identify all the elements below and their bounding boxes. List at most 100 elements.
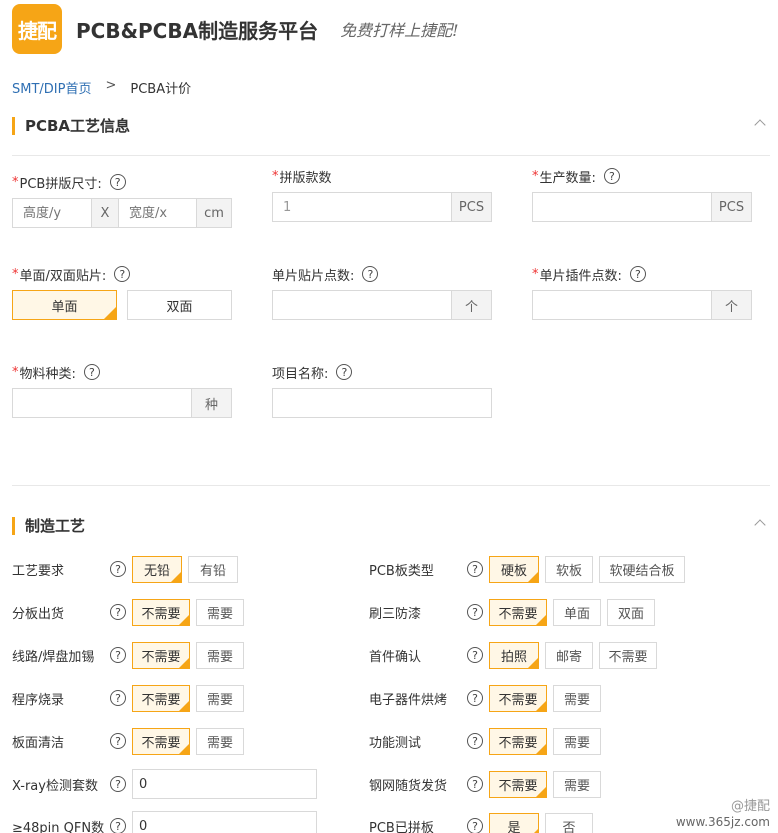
option-button[interactable]: 需要 xyxy=(196,684,244,712)
option-button[interactable]: 软板 xyxy=(545,555,593,583)
unit-ge: 个 xyxy=(451,291,491,319)
dip-points-field: * 单片插件点数:? 个 xyxy=(532,264,752,320)
quantity-input[interactable] xyxy=(533,193,711,221)
section-title: PCBA工艺信息 xyxy=(25,117,131,135)
option-button[interactable]: 无铅 xyxy=(132,555,182,583)
help-icon[interactable]: ? xyxy=(109,174,126,190)
help-icon[interactable]: ? xyxy=(362,266,379,282)
help-icon[interactable]: ? xyxy=(110,561,126,577)
breadcrumb: SMT/DIP首页 > PCBA计价 xyxy=(12,78,191,97)
process-row: 钢网随货发货 ? 不需要 需要 xyxy=(369,770,601,798)
smt-points-input[interactable] xyxy=(273,291,451,319)
help-icon[interactable]: ? xyxy=(83,364,100,380)
help-icon[interactable]: ? xyxy=(629,266,646,282)
help-icon[interactable]: ? xyxy=(110,733,126,749)
option-button[interactable]: 双面 xyxy=(607,598,655,626)
row-label: 线路/焊盘加锡 xyxy=(12,649,95,665)
option-button[interactable]: 需要 xyxy=(553,770,601,798)
help-icon[interactable]: ? xyxy=(467,733,483,749)
option-button[interactable]: 软硬结合板 xyxy=(599,555,685,583)
option-button[interactable]: 需要 xyxy=(196,727,244,755)
row-label: 首件确认 xyxy=(369,649,422,665)
panel-count-label: 拼版款数 xyxy=(279,170,332,186)
row-label: 程序烧录 xyxy=(12,692,65,708)
section-process-header[interactable]: 制造工艺 xyxy=(12,515,770,536)
option-button[interactable]: 否 xyxy=(545,812,593,833)
xray-count-input[interactable]: 0 xyxy=(132,769,317,799)
quantity-field: * 生产数量:? PCS xyxy=(532,166,752,222)
option-button[interactable]: 单面 xyxy=(553,598,601,626)
option-button[interactable]: 有铅 xyxy=(188,555,238,583)
help-icon[interactable]: ? xyxy=(467,604,483,620)
section-pcba-info-header[interactable]: PCBA工艺信息 xyxy=(12,115,770,136)
header: 捷配 PCB&PCBA制造服务平台 免费打样上捷配! xyxy=(12,4,459,54)
help-icon[interactable]: ? xyxy=(467,561,483,577)
chevron-up-icon[interactable] xyxy=(754,119,766,131)
panel-count-input[interactable] xyxy=(273,193,451,221)
row-label: 钢网随货发货 xyxy=(369,778,448,794)
option-button[interactable]: 不需要 xyxy=(132,684,190,712)
unit-ge: 个 xyxy=(711,291,751,319)
help-icon[interactable]: ? xyxy=(110,604,126,620)
panel-count-field: *拼版款数 PCS xyxy=(272,166,492,222)
process-row: 刷三防漆 ? 不需要 单面 双面 xyxy=(369,598,655,626)
option-button[interactable]: 不需要 xyxy=(132,641,190,669)
row-label: 板面清洁 xyxy=(12,735,65,751)
option-button[interactable]: 不需要 xyxy=(489,770,547,798)
option-button[interactable]: 需要 xyxy=(553,727,601,755)
row-label: 功能测试 xyxy=(369,735,422,751)
option-button[interactable]: 不需要 xyxy=(489,727,547,755)
divider xyxy=(12,155,770,156)
help-icon[interactable]: ? xyxy=(114,266,131,282)
side-field: * 单面/双面贴片:? 单面 双面 xyxy=(12,264,232,320)
option-button[interactable]: 硬板 xyxy=(489,555,539,583)
dip-points-input[interactable] xyxy=(533,291,711,319)
process-row: 首件确认 ? 拍照 邮寄 不需要 xyxy=(369,641,657,669)
help-icon[interactable]: ? xyxy=(467,647,483,663)
option-button[interactable]: 需要 xyxy=(196,598,244,626)
project-name-input[interactable] xyxy=(273,389,491,417)
option-button[interactable]: 不需要 xyxy=(489,684,547,712)
option-button[interactable]: 是 xyxy=(489,812,539,833)
times-sign: X xyxy=(91,199,118,227)
help-icon[interactable]: ? xyxy=(467,690,483,706)
option-button[interactable]: 不需要 xyxy=(489,598,547,626)
project-name-label: 项目名称: xyxy=(272,366,329,382)
unit-zhong: 种 xyxy=(191,389,231,417)
project-name-field: 项目名称:? xyxy=(272,362,492,418)
watermark-line1: @捷配 xyxy=(730,799,770,815)
help-icon[interactable]: ? xyxy=(603,168,620,184)
help-icon[interactable]: ? xyxy=(110,690,126,706)
option-button[interactable]: 需要 xyxy=(196,641,244,669)
logo[interactable]: 捷配 xyxy=(12,4,62,54)
pcb-size-field: *PCB拼版尺寸:? X cm xyxy=(12,172,232,228)
process-row: 电子器件烘烤 ? 不需要 需要 xyxy=(369,684,601,712)
pcb-height-input[interactable] xyxy=(13,199,91,227)
help-icon[interactable]: ? xyxy=(467,818,483,833)
qfn-row: ≥48pin QFN数 ? 0 xyxy=(12,811,317,833)
option-button[interactable]: 不需要 xyxy=(599,641,657,669)
breadcrumb-home-link[interactable]: SMT/DIP首页 xyxy=(12,78,91,97)
pcb-size-label: PCB拼版尺寸: xyxy=(19,176,102,192)
smt-points-label: 单片贴片点数: xyxy=(272,268,355,284)
chevron-up-icon[interactable] xyxy=(754,519,766,531)
process-row: 板面清洁 ? 不需要 需要 xyxy=(12,727,244,755)
pcb-width-input[interactable] xyxy=(118,199,196,227)
unit-pcs: PCS xyxy=(451,193,491,221)
process-row: PCB已拼板 ? 是 否 xyxy=(369,812,593,833)
option-button[interactable]: 拍照 xyxy=(489,641,539,669)
help-icon[interactable]: ? xyxy=(110,647,126,663)
help-icon[interactable]: ? xyxy=(336,364,353,380)
option-button[interactable]: 不需要 xyxy=(132,598,190,626)
material-types-input[interactable] xyxy=(13,389,191,417)
option-button[interactable]: 需要 xyxy=(553,684,601,712)
option-button[interactable]: 不需要 xyxy=(132,727,190,755)
option-button[interactable]: 邮寄 xyxy=(545,641,593,669)
help-icon[interactable]: ? xyxy=(110,818,126,833)
qfn-count-input[interactable]: 0 xyxy=(132,811,317,833)
material-types-field: * 物料种类:? 种 xyxy=(12,362,232,418)
single-side-option[interactable]: 单面 xyxy=(12,290,117,320)
double-side-option[interactable]: 双面 xyxy=(127,290,232,320)
help-icon[interactable]: ? xyxy=(110,776,126,792)
help-icon[interactable]: ? xyxy=(467,776,483,792)
